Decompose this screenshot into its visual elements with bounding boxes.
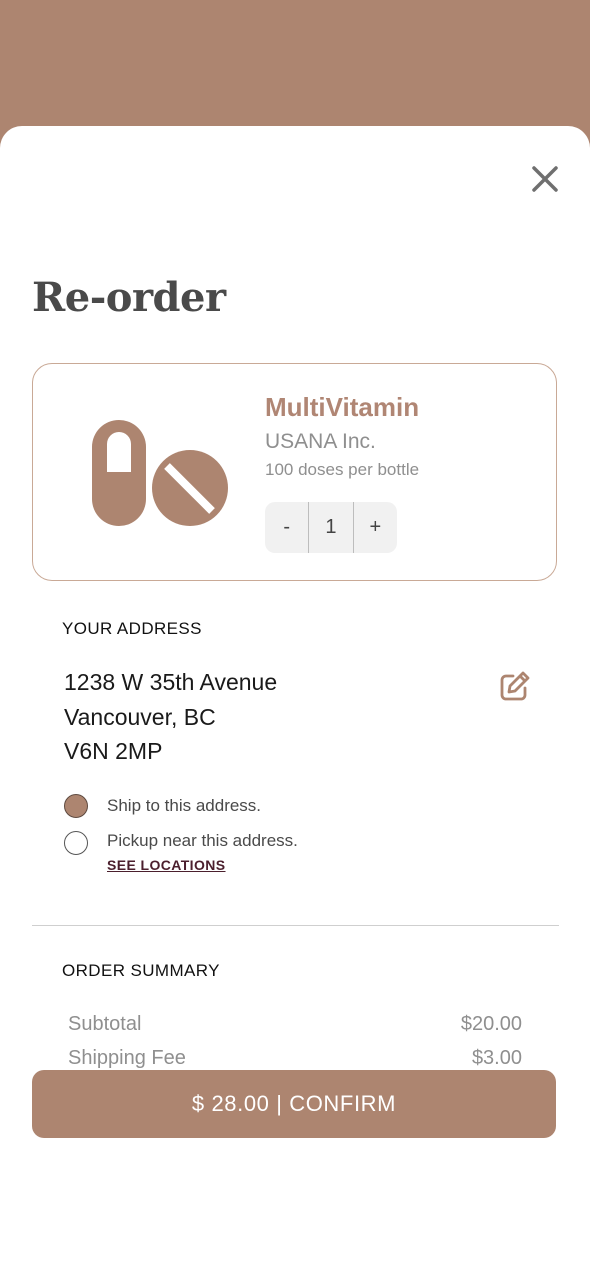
quantity-stepper: - 1 + bbox=[265, 502, 397, 553]
confirm-button[interactable]: $ 28.00 | CONFIRM bbox=[32, 1070, 556, 1138]
subtotal-label: Subtotal bbox=[68, 1013, 142, 1035]
pickup-option-label: Pickup near this address. bbox=[107, 831, 298, 850]
pills-icon bbox=[92, 420, 228, 526]
address-line-1: 1238 W 35th Avenue bbox=[64, 669, 278, 695]
increase-button[interactable]: + bbox=[354, 502, 397, 553]
divider bbox=[32, 925, 559, 926]
product-name: MultiVitamin bbox=[265, 392, 420, 422]
shipping-fee-value: $3.00 bbox=[471, 1047, 522, 1069]
close-icon[interactable] bbox=[528, 162, 562, 196]
pickup-radio[interactable] bbox=[64, 831, 88, 855]
page-title: Re-order bbox=[32, 274, 226, 321]
product-manufacturer: USANA Inc. bbox=[265, 430, 376, 453]
ship-option-label: Ship to this address. bbox=[107, 796, 262, 815]
product-doses: 100 doses per bottle bbox=[265, 460, 420, 479]
address-line-3: V6N 2MP bbox=[64, 738, 163, 764]
address-heading: YOUR ADDRESS bbox=[62, 619, 202, 638]
see-locations-link[interactable]: SEE LOCATIONS bbox=[107, 857, 226, 873]
subtotal-value: $20.00 bbox=[460, 1013, 522, 1035]
shipping-fee-label: Shipping Fee bbox=[68, 1047, 186, 1069]
quantity-value: 1 bbox=[308, 502, 354, 553]
confirm-button-label: $ 28.00 | CONFIRM bbox=[191, 1091, 397, 1116]
decrease-button[interactable]: - bbox=[265, 502, 308, 553]
ship-radio[interactable] bbox=[64, 794, 88, 818]
order-summary-heading: ORDER SUMMARY bbox=[62, 961, 220, 980]
address-line-2: Vancouver, BC bbox=[64, 704, 216, 730]
edit-icon[interactable] bbox=[498, 669, 532, 703]
